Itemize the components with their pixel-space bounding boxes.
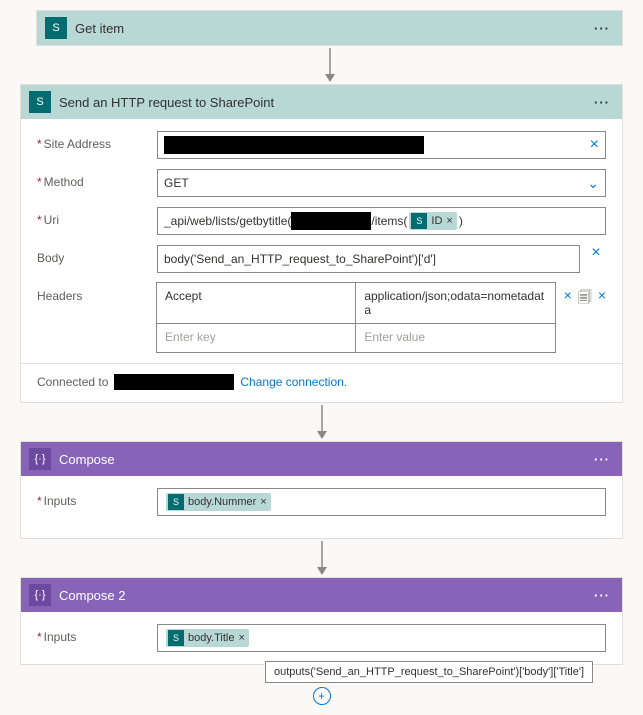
body-value: body('Send_an_HTTP_request_to_SharePoint… xyxy=(164,252,436,266)
field-row-inputs: Inputs S body.Nummer × xyxy=(37,488,606,516)
token-remove-icon[interactable]: × xyxy=(260,496,266,508)
flow-arrow xyxy=(20,403,623,441)
field-label: Method xyxy=(37,169,157,189)
action-card-get-item[interactable]: S Get item ··· xyxy=(36,10,623,46)
card-header[interactable]: {·} Compose ··· xyxy=(21,442,622,476)
card-title: Get item xyxy=(75,21,590,36)
dynamic-token-id[interactable]: S ID × xyxy=(409,212,456,230)
flow-arrow xyxy=(36,46,623,84)
body-input[interactable]: body('Send_an_HTTP_request_to_SharePoint… xyxy=(157,245,580,273)
dynamic-token-body-nummer[interactable]: S body.Nummer × xyxy=(166,493,271,511)
field-label: Body xyxy=(37,245,157,265)
clear-icon[interactable]: × xyxy=(586,245,606,261)
more-icon[interactable]: ··· xyxy=(590,95,614,110)
field-label: Headers xyxy=(37,283,157,303)
clear-icon[interactable]: × xyxy=(590,137,599,153)
field-row-method: Method GET ⌄ xyxy=(37,169,606,197)
method-select[interactable]: GET ⌄ xyxy=(157,169,606,197)
inputs-input[interactable]: S body.Nummer × xyxy=(157,488,606,516)
field-label: Inputs xyxy=(37,488,157,508)
method-value: GET xyxy=(164,176,189,190)
field-row-site-address: Site Address × xyxy=(37,131,606,159)
inputs-input[interactable]: S body.Title × xyxy=(157,624,606,652)
header-value-cell[interactable]: application/json;odata=nometadata xyxy=(355,282,555,324)
uri-input[interactable]: _api/web/lists/getbytitle( /items( S ID … xyxy=(157,207,606,235)
header-value-placeholder[interactable]: Enter value xyxy=(355,323,555,353)
field-row-uri: Uri _api/web/lists/getbytitle( /items( S… xyxy=(37,207,606,235)
card-body: Inputs S body.Nummer × xyxy=(21,476,622,538)
card-header[interactable]: {·} Compose 2 ··· xyxy=(21,578,622,612)
sharepoint-icon: S xyxy=(411,213,427,229)
token-label: body.Title xyxy=(188,632,234,644)
card-title: Send an HTTP request to SharePoint xyxy=(59,95,590,110)
sharepoint-icon: S xyxy=(45,17,67,39)
more-icon[interactable]: ··· xyxy=(590,452,614,467)
card-header[interactable]: S Send an HTTP request to SharePoint ··· xyxy=(21,85,622,119)
redacted-value xyxy=(164,136,424,154)
field-row-headers: Headers Accept application/json;odata=no… xyxy=(37,283,606,353)
uri-text: _api/web/lists/getbytitle( xyxy=(164,214,291,228)
token-label: body.Nummer xyxy=(188,496,256,508)
field-label: Uri xyxy=(37,207,157,227)
divider xyxy=(21,363,622,364)
flow-arrow xyxy=(20,539,623,577)
card-header[interactable]: S Get item ··· xyxy=(37,11,622,45)
change-connection-link[interactable]: Change connection. xyxy=(240,375,347,389)
connection-label: Connected to xyxy=(37,375,108,389)
action-card-compose: {·} Compose ··· Inputs S body.Nummer × xyxy=(20,441,623,539)
uri-text: /items( xyxy=(371,214,407,228)
token-label: ID xyxy=(431,215,442,227)
token-remove-icon[interactable]: × xyxy=(446,215,452,227)
sharepoint-icon: S xyxy=(168,630,184,646)
header-key-cell[interactable]: Accept xyxy=(156,282,356,324)
connection-row: Connected to Change connection. xyxy=(37,374,606,390)
card-body: Inputs S body.Title × xyxy=(21,612,622,664)
field-row-inputs: Inputs S body.Title × xyxy=(37,624,606,652)
expression-tooltip: outputs('Send_an_HTTP_request_to_SharePo… xyxy=(265,661,593,683)
card-title: Compose 2 xyxy=(59,588,590,603)
header-key-placeholder[interactable]: Enter key xyxy=(156,323,356,353)
header-row-actions: × 🗐 × xyxy=(564,283,606,324)
clear-icon[interactable]: × xyxy=(598,287,606,303)
clear-icon[interactable]: × xyxy=(564,287,572,303)
sharepoint-icon: S xyxy=(29,91,51,113)
more-icon[interactable]: ··· xyxy=(590,588,614,603)
card-body: Site Address × Method GET ⌄ Uri _api/web… xyxy=(21,119,622,402)
action-card-compose-2: {·} Compose 2 ··· Inputs S body.Title × xyxy=(20,577,623,665)
sharepoint-icon: S xyxy=(168,494,184,510)
redacted-value xyxy=(114,374,234,390)
redacted-value xyxy=(291,212,371,230)
add-step-button[interactable]: + xyxy=(313,687,331,705)
chevron-down-icon: ⌄ xyxy=(587,175,599,192)
text-mode-icon[interactable]: 🗐 xyxy=(578,287,592,311)
uri-text: ) xyxy=(459,214,463,228)
site-address-input[interactable]: × xyxy=(157,131,606,159)
headers-grid: Accept application/json;odata=nometadata… xyxy=(157,283,606,353)
action-card-http-request: S Send an HTTP request to SharePoint ···… xyxy=(20,84,623,403)
compose-icon: {·} xyxy=(29,584,51,606)
field-label: Site Address xyxy=(37,131,157,151)
card-title: Compose xyxy=(59,452,590,467)
field-row-body: Body body('Send_an_HTTP_request_to_Share… xyxy=(37,245,606,273)
more-icon[interactable]: ··· xyxy=(590,21,614,36)
field-label: Inputs xyxy=(37,624,157,644)
token-remove-icon[interactable]: × xyxy=(238,632,244,644)
compose-icon: {·} xyxy=(29,448,51,470)
